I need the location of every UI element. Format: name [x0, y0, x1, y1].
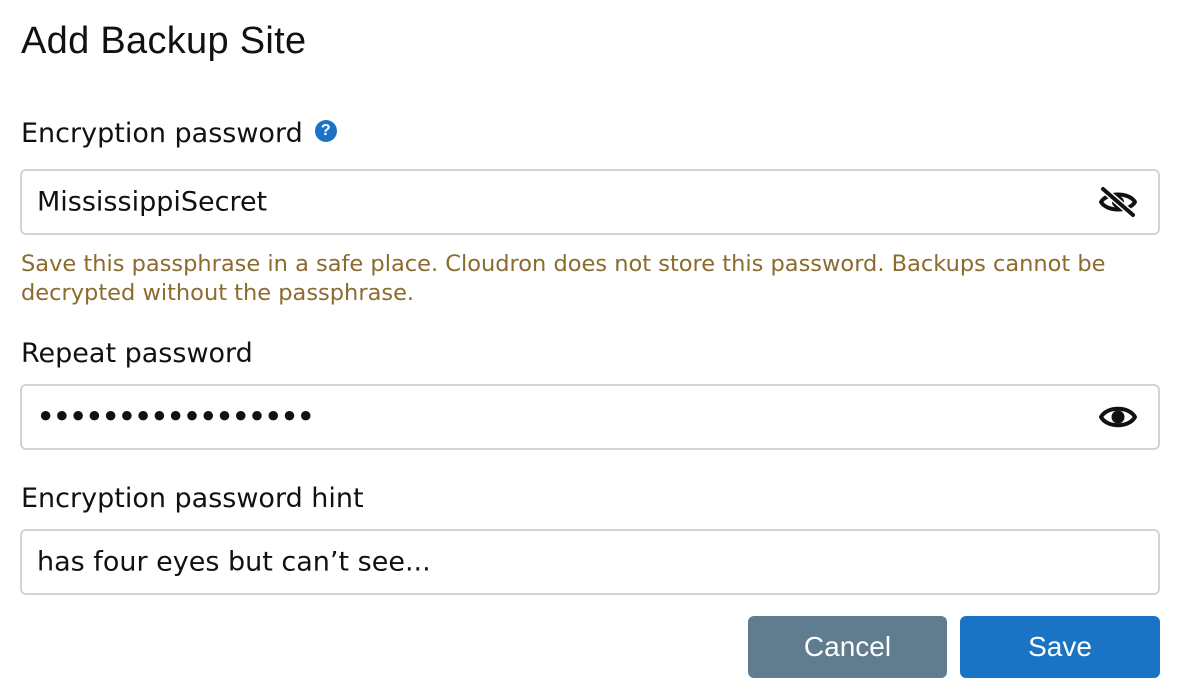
question-circle-icon[interactable]: ?	[314, 120, 337, 142]
password-hint-label: Encryption password hint	[21, 483, 364, 514]
dialog-title: Add Backup Site	[21, 20, 307, 62]
password-hint-field[interactable]: has four eyes but can’t see...	[20, 529, 1160, 595]
passphrase-warning: Save this passphrase in a safe place. Cl…	[21, 251, 1106, 306]
encryption-password-label-row: Encryption password ?	[21, 118, 337, 149]
password-hint-value: has four eyes but can’t see...	[37, 546, 431, 578]
repeat-password-label: Repeat password	[21, 338, 253, 369]
encryption-password-field[interactable]: MississippiSecret	[20, 169, 1160, 235]
eye-icon[interactable]	[1098, 401, 1138, 433]
encryption-password-label: Encryption password	[21, 118, 303, 149]
save-button[interactable]: Save	[960, 616, 1160, 678]
encryption-password-value: MississippiSecret	[37, 186, 268, 218]
eye-slash-icon[interactable]	[1098, 186, 1138, 218]
repeat-password-value: •••••••••••••••••	[37, 401, 314, 433]
repeat-password-field[interactable]: •••••••••••••••••	[20, 384, 1160, 450]
cancel-button[interactable]: Cancel	[748, 616, 947, 678]
